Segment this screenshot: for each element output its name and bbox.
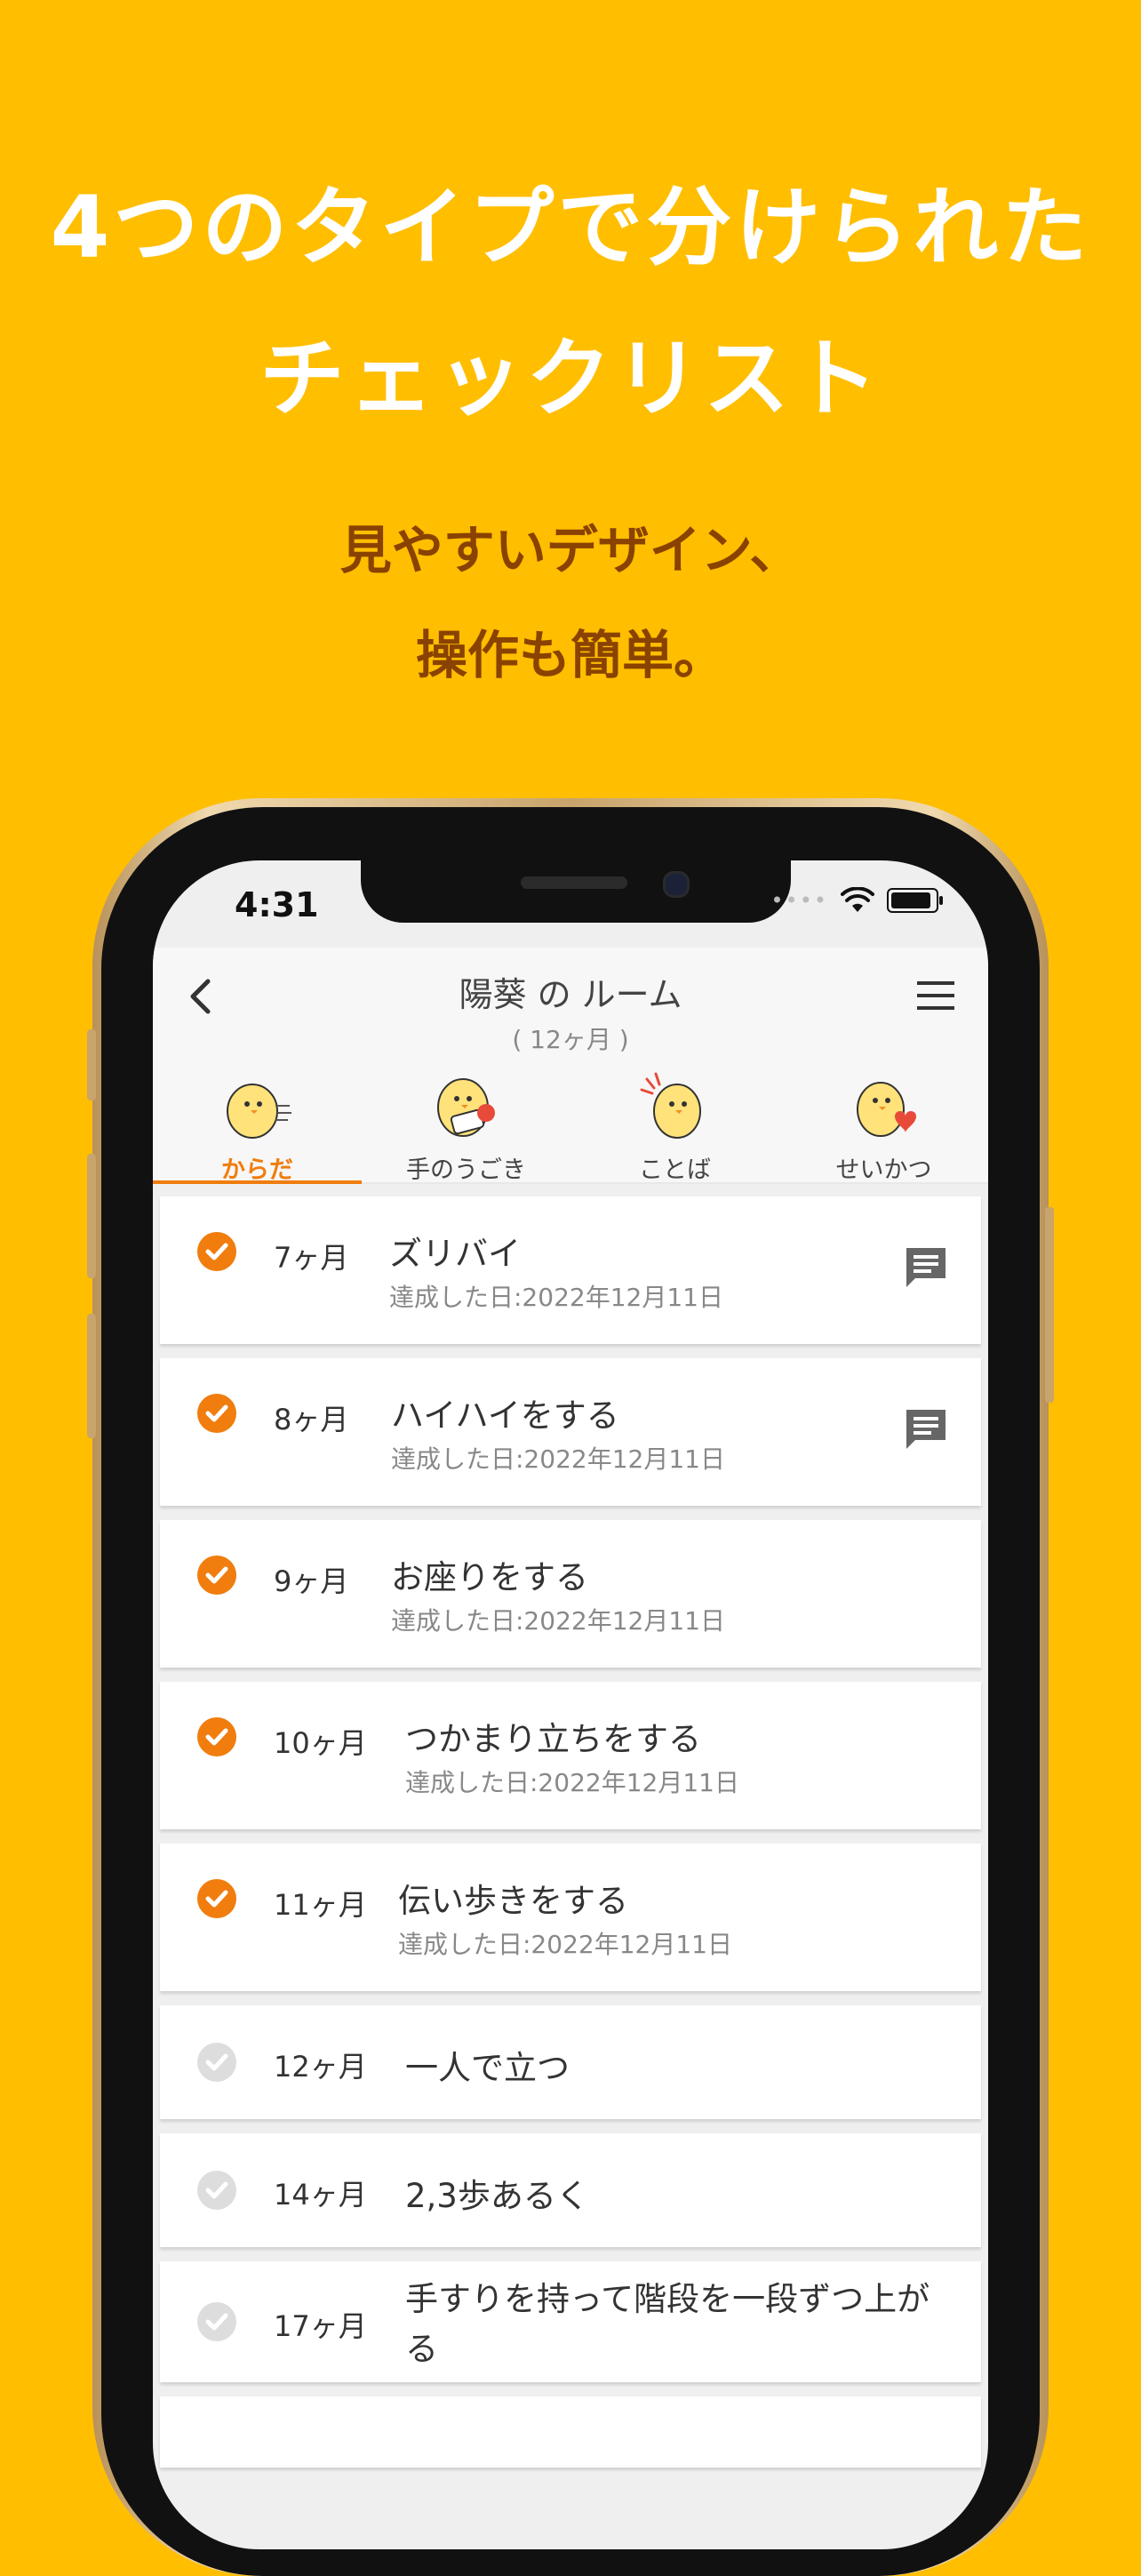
item-month: 9ヶ月 <box>274 1564 349 1598</box>
item-date: 達成した日:2022年12月11日 <box>389 1283 723 1312</box>
item-date: 達成した日:2022年12月11日 <box>391 1444 725 1474</box>
item-date: 達成した日:2022年12月11日 <box>398 1930 732 1959</box>
power-button <box>1045 1207 1054 1403</box>
list-item[interactable]: 9ヶ月 お座りをする 達成した日:2022年12月11日 <box>160 1520 981 1668</box>
item-date: 達成した日:2022年12月11日 <box>391 1606 725 1636</box>
tab-kotoba[interactable]: ことば <box>570 1070 779 1184</box>
milestone-list: 7ヶ月 ズリバイ 達成した日:2022年12月11日 8ヶ月 ハイハイをする 達 <box>160 1196 981 2482</box>
notch <box>361 860 791 923</box>
room-title: 陽葵 の ルーム <box>459 975 682 1014</box>
item-month: 12ヶ月 <box>274 2050 367 2084</box>
front-camera <box>663 871 690 898</box>
comment-icon[interactable] <box>903 1244 949 1291</box>
promo-headline-2: チェックリスト <box>259 329 882 428</box>
promo-subtitle-1: 見やすいデザイン、 <box>339 520 802 580</box>
phone-frame: 4:31 •••• 陽葵 の ルーム ( 12ヶ月 ) からだ 手のうごき こと… <box>87 798 1054 2576</box>
item-month: 11ヶ月 <box>274 1888 367 1922</box>
list-item[interactable]: 10ヶ月 つかまり立ちをする 達成した日:2022年12月11日 <box>160 1682 981 1829</box>
item-title: つかまり立ちをする <box>405 1720 701 1758</box>
tab-label-seikatsu: せいかつ <box>835 1156 932 1184</box>
item-title-line-1: 手すりを持って階段を一段ずつ上が <box>405 2280 930 2318</box>
tab-seikatsu[interactable]: せいかつ <box>779 1070 988 1184</box>
item-month: 7ヶ月 <box>274 1241 349 1275</box>
list-item[interactable]: 14ヶ月 2,3歩あるく <box>160 2133 981 2247</box>
comment-icon[interactable] <box>903 1406 949 1452</box>
item-month: 8ヶ月 <box>274 1403 349 1436</box>
tab-label-kotoba: ことば <box>639 1156 711 1184</box>
speaker <box>521 876 627 889</box>
menu-icon[interactable] <box>914 978 958 1013</box>
mute-switch <box>87 1029 96 1100</box>
signal-icon: •••• <box>770 888 828 913</box>
tab-label-te-no-ugoki: 手のうごき <box>406 1156 526 1184</box>
list-item[interactable]: 11ヶ月 伝い歩きをする 達成した日:2022年12月11日 <box>160 1844 981 1991</box>
status-time: 4:31 <box>235 885 319 924</box>
checked-icon[interactable] <box>195 1392 238 1435</box>
checked-icon[interactable] <box>195 1554 238 1596</box>
battery-icon <box>887 888 943 913</box>
checked-icon[interactable] <box>195 1877 238 1920</box>
app-screen: 4:31 •••• 陽葵 の ルーム ( 12ヶ月 ) からだ 手のうごき こと… <box>153 860 988 2549</box>
tab-label-karada: からだ <box>221 1156 293 1184</box>
status-icons: •••• <box>770 887 943 914</box>
item-title: ズリバイ <box>389 1235 521 1273</box>
item-date: 達成した日:2022年12月11日 <box>405 1768 739 1797</box>
tab-karada[interactable]: からだ <box>153 1070 362 1184</box>
unchecked-icon[interactable] <box>195 2300 238 2343</box>
list-item[interactable]: 17ヶ月 手すりを持って階段を一段ずつ上が る <box>160 2261 981 2382</box>
checked-icon[interactable] <box>195 1230 238 1273</box>
item-month: 17ヶ月 <box>274 2309 367 2343</box>
unchecked-icon[interactable] <box>195 2169 238 2212</box>
room-age: ( 12ヶ月 ) <box>512 1025 629 1054</box>
volume-down-button <box>87 1314 96 1438</box>
room-header: 陽葵 の ルーム ( 12ヶ月 ) <box>153 948 988 1070</box>
category-tabs: からだ 手のうごき ことば せいかつ <box>153 1070 988 1184</box>
list-item[interactable]: 7ヶ月 ズリバイ 達成した日:2022年12月11日 <box>160 1196 981 1344</box>
list-item[interactable]: 12ヶ月 一人で立つ <box>160 2005 981 2119</box>
item-title: お座りをする <box>391 1558 588 1596</box>
item-title: ハイハイをする <box>391 1396 619 1435</box>
chick-boxing-icon <box>436 1078 495 1137</box>
chick-heart-icon <box>856 1082 916 1137</box>
chick-talking-icon <box>640 1072 701 1139</box>
item-title-line-2: る <box>405 2330 438 2368</box>
chick-running-icon <box>226 1084 291 1139</box>
promo-subtitle-2: 操作も簡単。 <box>415 625 725 685</box>
promo-headline-1: 4つのタイプで分けられた <box>50 178 1091 277</box>
checked-icon[interactable] <box>195 1716 238 1758</box>
list-item[interactable]: 8ヶ月 ハイハイをする 達成した日:2022年12月11日 <box>160 1358 981 1506</box>
unchecked-icon[interactable] <box>195 2041 238 2084</box>
tab-te-no-ugoki[interactable]: 手のうごき <box>362 1070 570 1184</box>
item-title: 一人で立つ <box>405 2049 570 2087</box>
wifi-icon <box>841 887 874 912</box>
list-item[interactable] <box>160 2396 981 2468</box>
volume-up-button <box>87 1154 96 1278</box>
item-month: 14ヶ月 <box>274 2178 367 2212</box>
item-title: 2,3歩あるく <box>405 2177 589 2215</box>
item-title: 伝い歩きをする <box>398 1882 628 1920</box>
item-month: 10ヶ月 <box>274 1726 367 1760</box>
